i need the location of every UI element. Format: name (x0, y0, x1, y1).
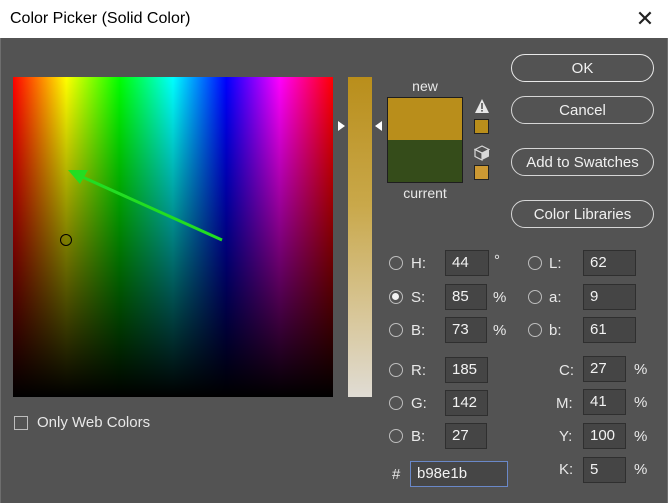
close-icon[interactable]: ✕ (630, 6, 660, 32)
unit-b: % (493, 322, 507, 339)
radio-r[interactable] (389, 363, 403, 377)
label-l: L: (549, 255, 562, 272)
label-r: R: (411, 362, 426, 379)
only-web-colors-checkbox[interactable] (14, 416, 28, 430)
hex-input[interactable]: b98e1b (410, 461, 508, 487)
label-lab-b: b: (549, 322, 562, 339)
cancel-button[interactable]: Cancel (511, 96, 654, 124)
radio-l[interactable] (528, 256, 542, 270)
new-color-label: new (412, 78, 438, 94)
add-to-swatches-button[interactable]: Add to Swatches (511, 148, 654, 176)
window-title: Color Picker (Solid Color) (10, 10, 191, 27)
radio-g[interactable] (389, 396, 403, 410)
title-bar: Color Picker (Solid Color) ✕ (0, 0, 668, 38)
annotation-arrow-icon (68, 170, 223, 242)
radio-b[interactable] (389, 323, 403, 337)
input-k[interactable]: 5 (583, 457, 626, 483)
label-h: H: (411, 255, 426, 272)
slider-handle-right-icon[interactable] (375, 121, 382, 131)
input-b[interactable]: 73 (445, 317, 487, 343)
input-h[interactable]: 44 (445, 250, 489, 276)
gamut-warning-swatch[interactable] (474, 119, 489, 134)
input-r[interactable]: 185 (445, 357, 488, 383)
input-a[interactable]: 9 (583, 284, 636, 310)
color-preview (387, 97, 463, 183)
gamut-warning-icon (475, 99, 489, 113)
unit-m: % (634, 394, 648, 411)
web-safe-swatch[interactable] (474, 165, 489, 180)
unit-y: % (634, 428, 648, 445)
radio-h[interactable] (389, 256, 403, 270)
current-color-swatch[interactable] (388, 140, 462, 182)
input-lab-b[interactable]: 61 (583, 317, 636, 343)
input-l[interactable]: 62 (583, 250, 636, 276)
input-y[interactable]: 100 (583, 423, 626, 449)
label-b: B: (411, 322, 426, 339)
radio-rgb-b[interactable] (389, 429, 403, 443)
slider-handle-left-icon[interactable] (338, 121, 345, 131)
label-y: Y: (559, 428, 573, 445)
input-m[interactable]: 41 (583, 389, 626, 415)
new-color-swatch (388, 98, 462, 140)
input-c[interactable]: 27 (583, 356, 626, 382)
current-color-label: current (403, 185, 447, 201)
hex-label: # (392, 466, 401, 483)
label-s: S: (411, 289, 426, 306)
ok-button[interactable]: OK (511, 54, 654, 82)
label-rgb-b: B: (411, 428, 426, 445)
input-s[interactable]: 85 (445, 284, 487, 310)
radio-s[interactable] (389, 290, 403, 304)
hue-slider[interactable] (348, 77, 372, 397)
label-g: G: (411, 395, 427, 412)
only-web-colors-label: Only Web Colors (37, 414, 151, 431)
label-c: C: (559, 362, 574, 379)
label-a: a: (549, 289, 562, 306)
input-g[interactable]: 142 (445, 390, 488, 416)
input-rgb-b[interactable]: 27 (445, 423, 487, 449)
unit-s: % (493, 289, 507, 306)
radio-lab-b[interactable] (528, 323, 542, 337)
unit-h: ° (494, 252, 500, 269)
label-k: K: (559, 461, 574, 478)
unit-k: % (634, 461, 648, 478)
label-m: M: (556, 395, 573, 412)
web-safe-cube-icon (474, 145, 490, 161)
radio-a[interactable] (528, 290, 542, 304)
color-libraries-button[interactable]: Color Libraries (511, 200, 654, 228)
unit-c: % (634, 361, 648, 378)
